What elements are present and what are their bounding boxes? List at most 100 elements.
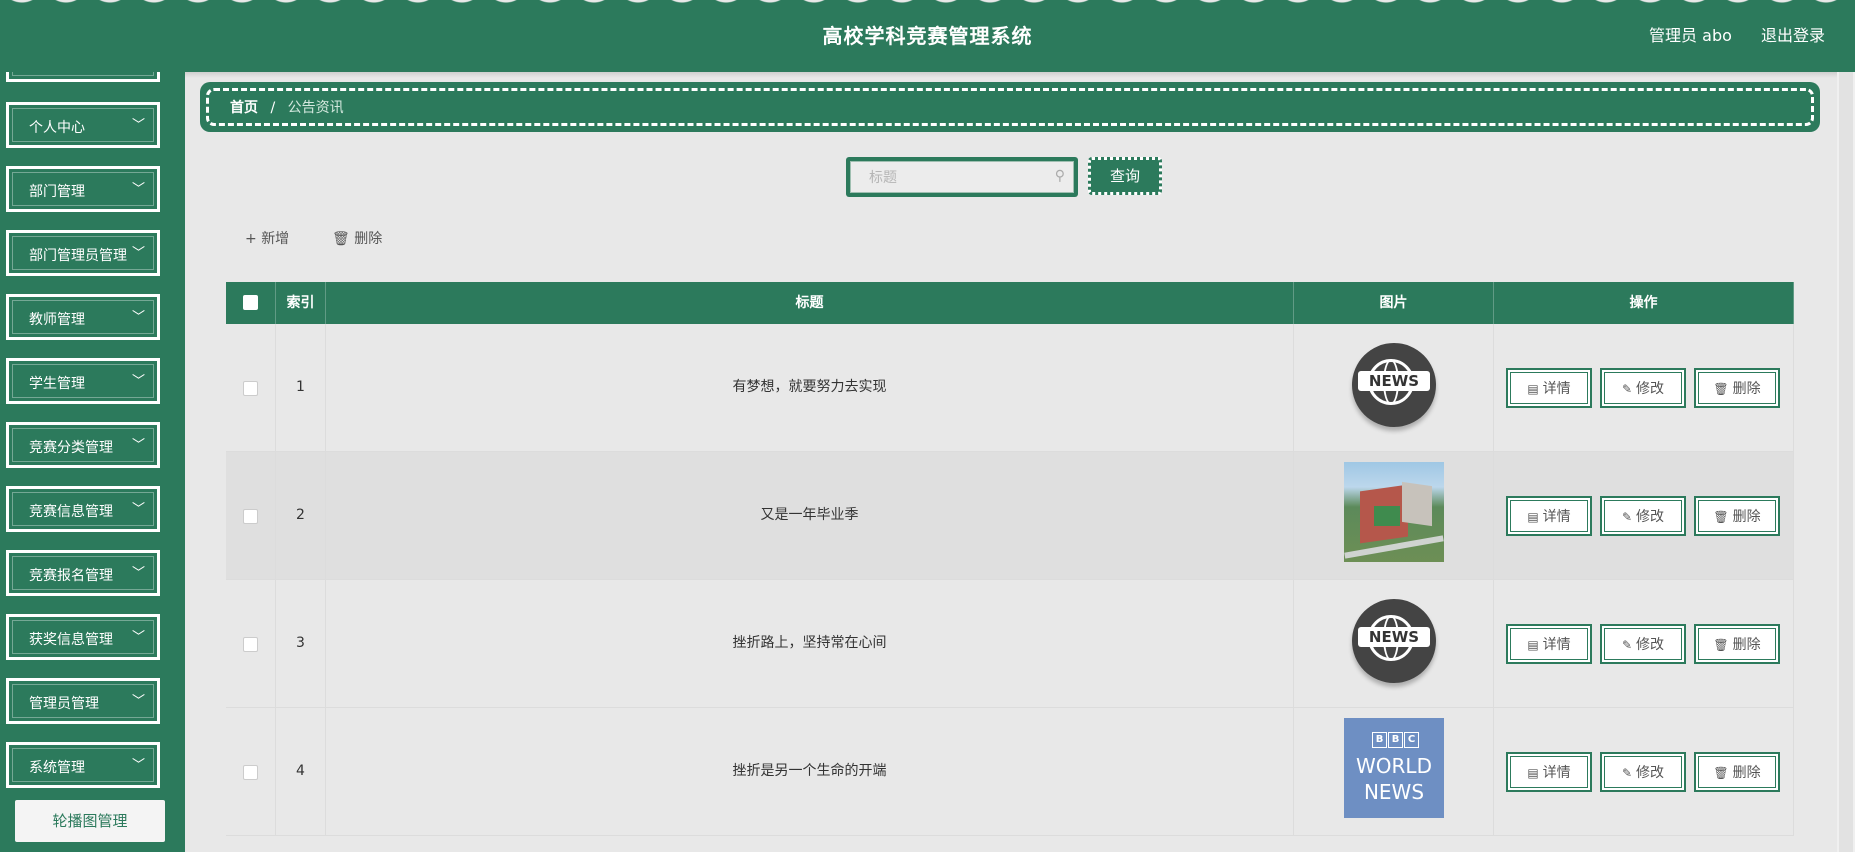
detail-button[interactable]: ▤ 详情 [1506, 496, 1592, 536]
sidebar-item-student[interactable]: 学生管理 ﹀ [6, 358, 160, 404]
sidebar-item-label: 竞赛报名管理 [29, 568, 113, 584]
edit-button[interactable]: ✎ 修改 [1600, 368, 1686, 408]
breadcrumb-home[interactable]: 首页 [230, 100, 258, 116]
row-title: 有梦想，就要努力去实现 [326, 324, 1294, 451]
header-actions: 操作 [1494, 282, 1794, 324]
row-title: 挫折路上，坚持常在心间 [326, 580, 1294, 707]
sidebar-item-system[interactable]: 系统管理 ﹀ [6, 742, 160, 788]
sidebar-item-label: 教师管理 [29, 312, 85, 328]
table-row: 1 有梦想，就要努力去实现 NEWS ▤ 详情 ✎ 修改 🗑 删除 [226, 324, 1794, 452]
chevron-down-icon: ﹀ [131, 758, 145, 773]
row-checkbox[interactable] [243, 636, 258, 652]
delete-button[interactable]: 🗑 删除 [1694, 624, 1780, 664]
chevron-down-icon: ﹀ [131, 694, 145, 709]
trash-icon: 🗑 [1713, 510, 1729, 524]
sidebar-item-department-admin[interactable]: 部门管理员管理 ﹀ [6, 230, 160, 276]
chevron-down-icon: ﹀ [131, 118, 145, 133]
detail-button[interactable]: ▤ 详情 [1506, 752, 1592, 792]
sidebar-item-label: 部门管理员管理 [29, 248, 127, 264]
breadcrumb-separator: / [270, 100, 276, 116]
table-row: 3 挫折路上，坚持常在心间 NEWS ▤ 详情 ✎ 修改 🗑 删除 [226, 580, 1794, 708]
header-title: 标题 [326, 282, 1294, 324]
campus-photo-image [1344, 462, 1444, 562]
news-globe-image: NEWS [1352, 599, 1436, 683]
sidebar-item-label: 获奖信息管理 [29, 632, 113, 648]
pencil-icon: ✎ [1621, 766, 1633, 780]
document-icon: ▤ [1527, 382, 1539, 396]
news-globe-image: NEWS [1352, 343, 1436, 427]
edit-button[interactable]: ✎ 修改 [1600, 624, 1686, 664]
query-button[interactable]: 查询 [1088, 157, 1162, 195]
delete-button[interactable]: 🗑 删除 [1694, 368, 1780, 408]
chevron-down-icon: ﹀ [131, 502, 145, 517]
trash-icon: 🗑 [1713, 766, 1729, 780]
document-icon: ▤ [1527, 638, 1539, 652]
sidebar-item-personal-center[interactable]: 个人中心 ﹀ [6, 102, 160, 148]
sidebar-item-top-partial[interactable] [6, 72, 160, 82]
sidebar-item-department[interactable]: 部门管理 ﹀ [6, 166, 160, 212]
row-checkbox[interactable] [243, 508, 258, 524]
header-image: 图片 [1294, 282, 1494, 324]
add-button-label: 新增 [261, 231, 290, 247]
pencil-icon: ✎ [1621, 638, 1633, 652]
search-box: ⚲ [846, 157, 1078, 197]
sidebar-item-competition-info[interactable]: 竞赛信息管理 ﹀ [6, 486, 160, 532]
breadcrumb-dashed-border [206, 88, 1814, 126]
chevron-down-icon: ﹀ [131, 182, 145, 197]
sidebar-item-label: 系统管理 [29, 760, 85, 776]
sidebar-item-competition-signup[interactable]: 竞赛报名管理 ﹀ [6, 550, 160, 596]
select-all-checkbox[interactable] [243, 295, 258, 310]
breadcrumb: 首页 / 公告资讯 [200, 82, 1820, 132]
sidebar-item-label: 管理员管理 [29, 696, 99, 712]
batch-delete-button[interactable]: 🗑 删除 [332, 228, 382, 248]
batch-delete-label: 删除 [354, 231, 383, 247]
plus-icon: + [245, 231, 262, 247]
row-index: 2 [276, 452, 326, 579]
detail-button[interactable]: ▤ 详情 [1506, 368, 1592, 408]
detail-button[interactable]: ▤ 详情 [1506, 624, 1592, 664]
sidebar-item-admin[interactable]: 管理员管理 ﹀ [6, 678, 160, 724]
table-row: 2 又是一年毕业季 ▤ 详情 ✎ 修改 🗑 删除 [226, 452, 1794, 580]
page-scrollbar[interactable] [1837, 72, 1855, 852]
chevron-down-icon: ﹀ [131, 246, 145, 261]
search-icon: ⚲ [1054, 168, 1065, 184]
chevron-down-icon: ﹀ [131, 438, 145, 453]
sidebar-item-award-info[interactable]: 获奖信息管理 ﹀ [6, 614, 160, 660]
header-select-cell [226, 282, 276, 324]
chevron-down-icon: ﹀ [131, 566, 145, 581]
scrollbar-thumb[interactable] [1839, 72, 1853, 852]
sidebar-item-teacher[interactable]: 教师管理 ﹀ [6, 294, 160, 340]
logout-link[interactable]: 退出登录 [1761, 26, 1825, 45]
breadcrumb-current: 公告资讯 [287, 100, 344, 116]
sidebar-item-label: 竞赛信息管理 [29, 504, 113, 520]
header-user-area: 管理员 abo 退出登录 [1625, 22, 1825, 46]
bbc-world-news-image: BBC WORLD NEWS [1344, 718, 1444, 818]
delete-button[interactable]: 🗑 删除 [1694, 496, 1780, 536]
edit-button[interactable]: ✎ 修改 [1600, 496, 1686, 536]
sidebar-subitem-carousel[interactable]: 轮播图管理 [15, 800, 165, 842]
sidebar-item-label: 学生管理 [29, 376, 85, 392]
sidebar-item-label: 个人中心 [29, 120, 85, 136]
sidebar-item-competition-category[interactable]: 竞赛分类管理 ﹀ [6, 422, 160, 468]
app-header: 高校学科竞赛管理系统 管理员 abo 退出登录 [0, 0, 1855, 72]
document-icon: ▤ [1527, 510, 1539, 524]
header-shadow [0, 72, 1855, 78]
trash-icon: 🗑 [332, 231, 355, 247]
add-button[interactable]: + 新增 [245, 228, 289, 248]
announcement-table: 索引 标题 图片 操作 1 有梦想，就要努力去实现 NEWS ▤ 详情 ✎ 修改 🗑… [226, 282, 1794, 836]
table-row: 4 挫折是另一个生命的开端 BBC WORLD NEWS ▤ 详情 ✎ 修改 🗑 删除 [226, 708, 1794, 836]
trash-icon: 🗑 [1713, 638, 1729, 652]
pencil-icon: ✎ [1621, 510, 1633, 524]
row-checkbox[interactable] [243, 380, 258, 396]
sidebar-item-label: 竞赛分类管理 [29, 440, 113, 456]
admin-username: 管理员 abo [1649, 26, 1732, 45]
search-input[interactable] [851, 162, 1061, 194]
document-icon: ▤ [1527, 766, 1539, 780]
site-title: 高校学科竞赛管理系统 [822, 24, 1033, 48]
table-header: 索引 标题 图片 操作 [226, 282, 1794, 324]
trash-icon: 🗑 [1713, 382, 1729, 396]
edit-button[interactable]: ✎ 修改 [1600, 752, 1686, 792]
row-index: 1 [276, 324, 326, 451]
row-checkbox[interactable] [243, 764, 258, 780]
delete-button[interactable]: 🗑 删除 [1694, 752, 1780, 792]
